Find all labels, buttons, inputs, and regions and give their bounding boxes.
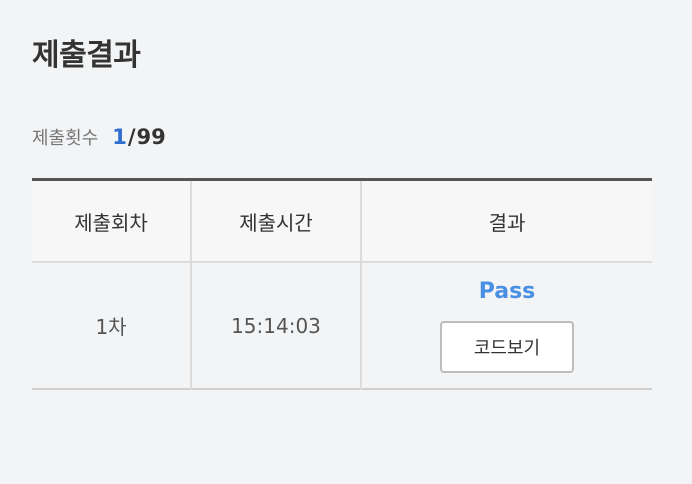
column-header-round: 제출회차 xyxy=(32,179,191,263)
submission-count-label: 제출횟수 xyxy=(32,128,99,149)
view-code-button[interactable]: 코드보기 xyxy=(440,320,574,373)
submission-time-cell: 15:14:03 xyxy=(190,262,361,389)
column-header-result: 결과 xyxy=(360,179,652,263)
submission-count: 제출횟수 1 / 99 xyxy=(32,124,166,150)
submission-round-cell: 1차 xyxy=(32,262,191,389)
column-header-time: 제출시간 xyxy=(190,179,361,263)
submission-count-max: 99 xyxy=(136,125,166,149)
results-table: 제출회차 제출시간 결과 1차 15:14:03 Pass 코드보기 xyxy=(32,178,652,390)
table-header-row: 제출회차 제출시간 결과 xyxy=(32,179,652,263)
submission-count-separator: / xyxy=(127,125,136,149)
table-row: 1차 15:14:03 Pass 코드보기 xyxy=(32,262,652,389)
submission-count-current: 1 xyxy=(112,125,127,149)
panel-title: 제출결과 xyxy=(32,38,141,73)
submission-result-cell: Pass 코드보기 xyxy=(360,262,652,389)
result-status-pass: Pass xyxy=(478,278,536,304)
